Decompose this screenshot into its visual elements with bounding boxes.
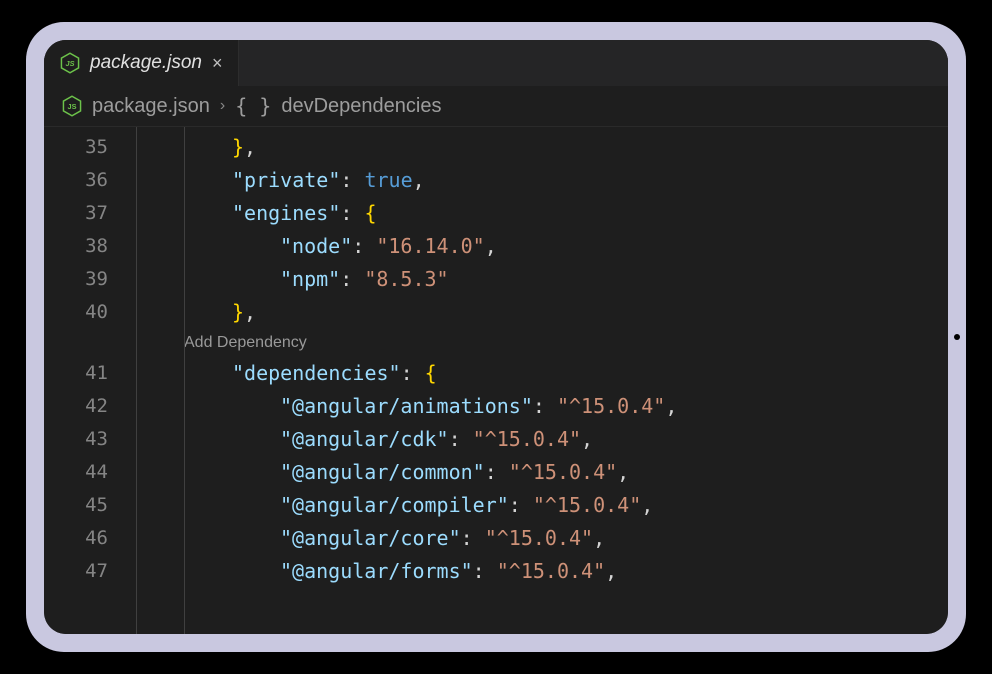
code-area[interactable]: }, "private": true, "engines": { "node":… bbox=[136, 127, 948, 634]
tab-package-json[interactable]: JS package.json × bbox=[44, 40, 239, 86]
line-number: 35 bbox=[44, 131, 108, 164]
tab-bar: JS package.json × bbox=[44, 40, 948, 86]
line-number: 43 bbox=[44, 423, 108, 456]
code-line[interactable]: "@angular/animations": "^15.0.4", bbox=[136, 390, 948, 423]
line-number: 44 bbox=[44, 456, 108, 489]
line-number: 39 bbox=[44, 263, 108, 296]
line-number: 45 bbox=[44, 489, 108, 522]
svg-text:JS: JS bbox=[66, 59, 75, 68]
line-number: 36 bbox=[44, 164, 108, 197]
breadcrumb[interactable]: JS package.json › { } devDependencies bbox=[44, 86, 948, 127]
nodejs-icon: JS bbox=[60, 52, 80, 74]
breadcrumb-file[interactable]: package.json bbox=[92, 95, 210, 118]
code-line[interactable]: "engines": { bbox=[136, 197, 948, 230]
line-number: 47 bbox=[44, 555, 108, 588]
line-number: 42 bbox=[44, 390, 108, 423]
code-line[interactable]: "@angular/cdk": "^15.0.4", bbox=[136, 423, 948, 456]
code-editor[interactable]: 35 36 37 38 39 40 41 42 43 44 45 46 47 bbox=[44, 127, 948, 634]
svg-text:JS: JS bbox=[68, 102, 77, 111]
editor-screen: JS package.json × JS package.json › { } … bbox=[44, 40, 948, 634]
nodejs-icon: JS bbox=[62, 95, 82, 117]
code-line[interactable]: "@angular/compiler": "^15.0.4", bbox=[136, 489, 948, 522]
code-line[interactable]: "private": true, bbox=[136, 164, 948, 197]
line-gutter: 35 36 37 38 39 40 41 42 43 44 45 46 47 bbox=[44, 127, 136, 634]
line-number: 46 bbox=[44, 522, 108, 555]
codelens-add-dependency[interactable]: Add Dependency bbox=[136, 329, 948, 357]
tab-filename: package.json bbox=[90, 52, 202, 74]
code-line[interactable]: "dependencies": { bbox=[136, 357, 948, 390]
code-line[interactable]: }, bbox=[136, 296, 948, 329]
code-line[interactable]: }, bbox=[136, 131, 948, 164]
breadcrumb-section[interactable]: devDependencies bbox=[281, 95, 441, 118]
line-number: 38 bbox=[44, 230, 108, 263]
code-line[interactable]: "@angular/common": "^15.0.4", bbox=[136, 456, 948, 489]
tab-bar-empty bbox=[239, 40, 948, 86]
braces-icon: { } bbox=[235, 94, 271, 118]
code-line[interactable]: "npm": "8.5.3" bbox=[136, 263, 948, 296]
tablet-frame: JS package.json × JS package.json › { } … bbox=[26, 22, 966, 652]
code-line[interactable]: "node": "16.14.0", bbox=[136, 230, 948, 263]
chevron-right-icon: › bbox=[220, 97, 225, 115]
code-line[interactable]: "@angular/core": "^15.0.4", bbox=[136, 522, 948, 555]
line-number: 40 bbox=[44, 296, 108, 329]
code-line[interactable]: "@angular/forms": "^15.0.4", bbox=[136, 555, 948, 588]
close-icon[interactable]: × bbox=[212, 53, 223, 74]
line-number: 41 bbox=[44, 357, 108, 390]
line-number: 37 bbox=[44, 197, 108, 230]
